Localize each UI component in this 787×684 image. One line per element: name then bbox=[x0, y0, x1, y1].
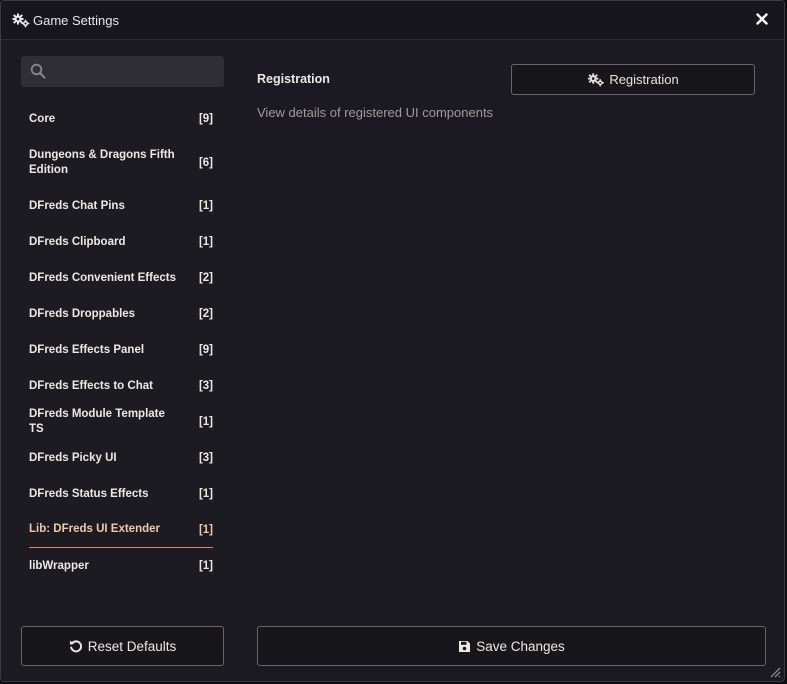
settings-sidebar: Core [9] Dungeons & Dragons Fifth Editio… bbox=[5, 40, 241, 677]
category-dfreds-clipboard[interactable]: DFreds Clipboard [1] bbox=[29, 224, 213, 260]
category-core[interactable]: Core [9] bbox=[29, 101, 213, 137]
game-settings-window: Game Settings Core [9] Dungeons & Dragon… bbox=[0, 0, 785, 682]
category-dfreds-effects-to-chat[interactable]: DFreds Effects to Chat [3] bbox=[29, 368, 213, 404]
category-name: DFreds Status Effects bbox=[29, 487, 149, 500]
close-icon[interactable] bbox=[756, 13, 768, 25]
close-button[interactable] bbox=[754, 11, 770, 27]
category-name: DFreds Droppables bbox=[29, 307, 136, 320]
search-input[interactable] bbox=[51, 56, 219, 87]
category-name: libWrapper bbox=[29, 559, 89, 572]
category-name: Core bbox=[29, 112, 56, 125]
category-dfreds-module-template-ts[interactable]: DFreds Module Template TS [1] bbox=[29, 404, 213, 440]
category-dfreds-droppables[interactable]: DFreds Droppables [2] bbox=[29, 296, 213, 332]
category-count: [1] bbox=[198, 416, 213, 428]
save-icon bbox=[459, 640, 471, 652]
reset-defaults-button[interactable]: Reset Defaults bbox=[21, 626, 224, 666]
category-count: [3] bbox=[198, 380, 213, 392]
category-name: DFreds Clipboard bbox=[29, 235, 126, 248]
category-name: DFreds Convenient Effects bbox=[29, 271, 176, 284]
undo-icon bbox=[69, 640, 82, 653]
registration-button-label: Registration bbox=[609, 72, 679, 87]
category-count: [6] bbox=[198, 156, 213, 169]
section-heading: Registration bbox=[257, 72, 330, 86]
window-titlebar[interactable]: Game Settings bbox=[1, 1, 784, 40]
gears-icon bbox=[12, 12, 30, 28]
category-dnd5e[interactable]: Dungeons & Dragons Fifth Edition [6] bbox=[29, 137, 213, 188]
resize-handle[interactable] bbox=[769, 666, 781, 678]
settings-content: Registration Registration View details o… bbox=[241, 40, 784, 681]
category-count: [2] bbox=[198, 308, 213, 320]
category-libwrapper[interactable]: libWrapper [1] bbox=[29, 548, 213, 584]
category-count: [1] bbox=[198, 488, 213, 500]
reset-defaults-label: Reset Defaults bbox=[87, 638, 177, 654]
category-name: Dungeons & Dragons Fifth Edition bbox=[29, 148, 175, 176]
category-count: [1] bbox=[198, 560, 213, 572]
category-dfreds-convenient-effects[interactable]: DFreds Convenient Effects [2] bbox=[29, 260, 213, 296]
category-count: [1] bbox=[198, 236, 213, 248]
search-icon bbox=[30, 63, 46, 79]
category-name: DFreds Picky UI bbox=[29, 451, 117, 464]
category-count: [2] bbox=[198, 272, 213, 284]
gears-icon bbox=[588, 73, 605, 87]
category-lib-dfreds-ui-extender[interactable]: Lib: DFreds UI Extender [1] bbox=[29, 512, 213, 548]
category-dfreds-effects-panel[interactable]: DFreds Effects Panel [9] bbox=[29, 332, 213, 368]
save-changes-button[interactable]: Save Changes bbox=[257, 626, 766, 666]
registration-button[interactable]: Registration bbox=[511, 64, 755, 95]
category-count: [9] bbox=[198, 344, 213, 356]
category-count: [1] bbox=[198, 200, 213, 212]
category-count: [3] bbox=[198, 452, 213, 464]
category-name: DFreds Effects to Chat bbox=[29, 379, 153, 392]
search-box[interactable] bbox=[21, 56, 224, 87]
category-dfreds-picky-ui[interactable]: DFreds Picky UI [3] bbox=[29, 440, 213, 476]
window-title: Game Settings bbox=[33, 12, 119, 28]
save-changes-label: Save Changes bbox=[476, 638, 565, 654]
category-name: DFreds Chat Pins bbox=[29, 199, 125, 212]
category-name: Lib: DFreds UI Extender bbox=[29, 523, 160, 535]
category-count: [9] bbox=[198, 113, 213, 125]
category-dfreds-status-effects[interactable]: DFreds Status Effects [1] bbox=[29, 476, 213, 512]
category-list: Core [9] Dungeons & Dragons Fifth Editio… bbox=[29, 101, 213, 584]
category-dfreds-chat-pins[interactable]: DFreds Chat Pins [1] bbox=[29, 188, 213, 224]
category-name: DFreds Effects Panel bbox=[29, 343, 145, 356]
category-count: [1] bbox=[198, 523, 213, 536]
category-name: DFreds Module Template TS bbox=[29, 408, 165, 435]
section-description: View details of registered UI components bbox=[257, 105, 494, 120]
